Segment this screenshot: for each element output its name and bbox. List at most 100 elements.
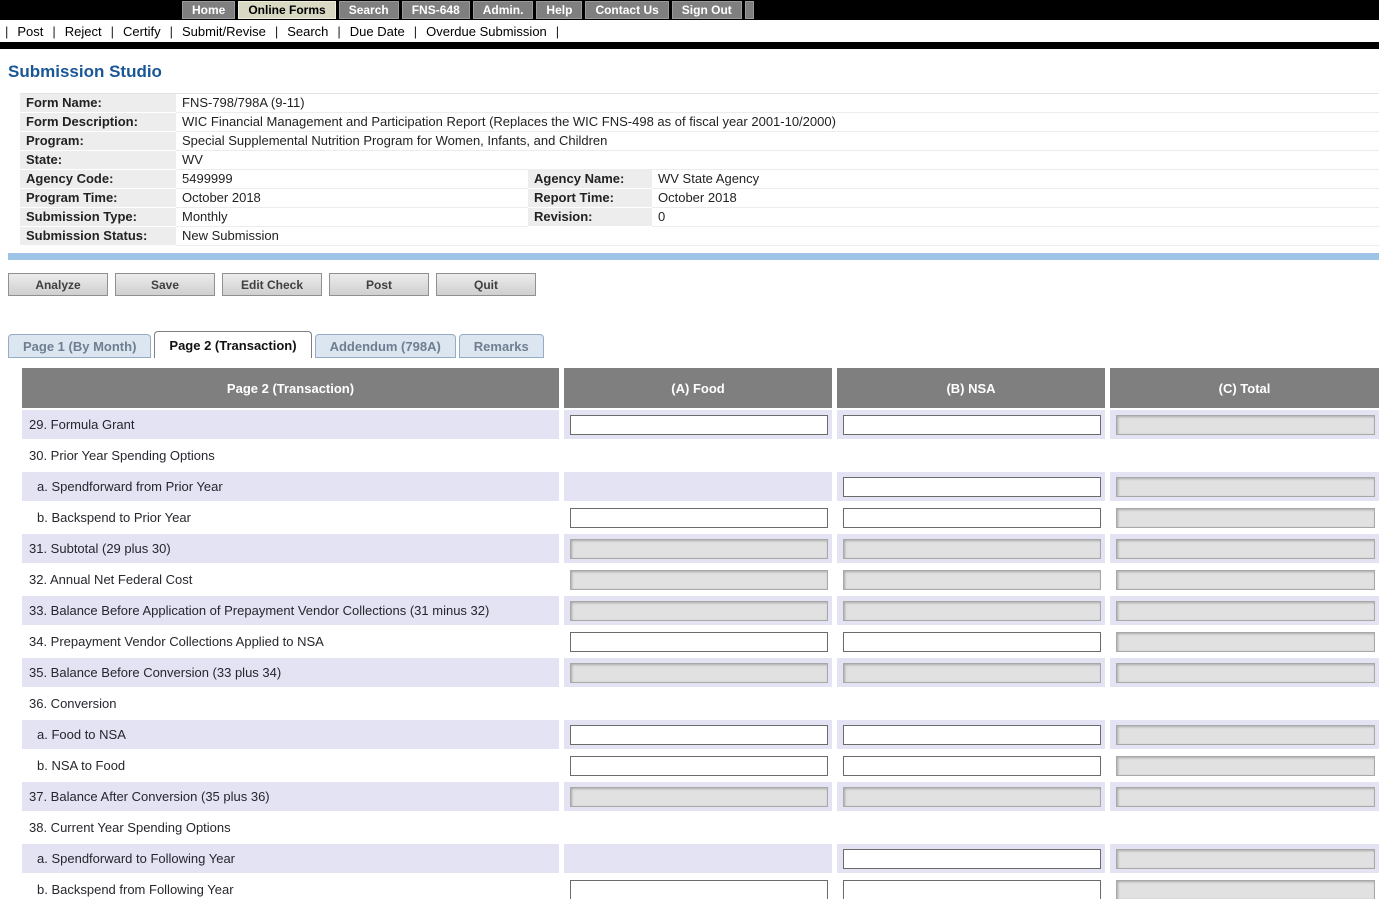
menu-item-certify[interactable]: Certify bbox=[123, 24, 161, 39]
grid-cell-total bbox=[1110, 875, 1379, 899]
menu-item-due-date[interactable]: Due Date bbox=[350, 24, 405, 39]
total-input-readonly bbox=[1116, 477, 1375, 497]
grid-cell-total bbox=[1110, 782, 1379, 811]
quit-button[interactable]: Quit bbox=[436, 273, 536, 296]
menu-item-reject[interactable]: Reject bbox=[65, 24, 102, 39]
grid-cell-total bbox=[1110, 565, 1379, 594]
nsa-input[interactable] bbox=[843, 508, 1101, 528]
form-info-row: Form Description:WIC Financial Managemen… bbox=[20, 113, 1379, 132]
nav-item-online-forms[interactable]: Online Forms bbox=[238, 1, 335, 19]
nav-item-home[interactable]: Home bbox=[182, 1, 235, 19]
nsa-input[interactable] bbox=[843, 756, 1101, 776]
grid-cell-total bbox=[1110, 658, 1379, 687]
form-info-value: WV State Agency bbox=[652, 170, 1379, 189]
nav-item-search[interactable]: Search bbox=[339, 1, 399, 19]
total-input-readonly bbox=[1116, 601, 1375, 621]
food-input-readonly bbox=[570, 570, 828, 590]
analyze-button[interactable]: Analyze bbox=[8, 273, 108, 296]
grid-cell-food bbox=[564, 627, 832, 656]
form-info-label: Report Time: bbox=[528, 189, 652, 208]
form-info-row: Program:Special Supplemental Nutrition P… bbox=[20, 132, 1379, 151]
grid-cell-nsa bbox=[837, 658, 1105, 687]
food-input[interactable] bbox=[570, 725, 828, 745]
grid-row-label: 29. Formula Grant bbox=[22, 410, 559, 439]
food-input[interactable] bbox=[570, 508, 828, 528]
top-nav-bar: HomeOnline FormsSearchFNS-648Admin.HelpC… bbox=[0, 0, 1379, 20]
tab-page-1-by-month[interactable]: Page 1 (By Month) bbox=[8, 334, 151, 358]
form-info-label: Submission Status: bbox=[20, 227, 176, 246]
nsa-input[interactable] bbox=[843, 880, 1101, 899]
nsa-input[interactable] bbox=[843, 415, 1101, 435]
grid-row-label: b. NSA to Food bbox=[22, 751, 559, 780]
form-info-row: State:WV bbox=[20, 151, 1379, 170]
black-divider bbox=[0, 42, 1379, 49]
form-info-label: Form Name: bbox=[20, 94, 176, 113]
grid-row-label: 32. Annual Net Federal Cost bbox=[22, 565, 559, 594]
grid-cell-nsa bbox=[837, 844, 1105, 873]
form-info-row: Submission Type:MonthlyRevision:0 bbox=[20, 208, 1379, 227]
food-input[interactable] bbox=[570, 415, 828, 435]
nsa-input[interactable] bbox=[843, 477, 1101, 497]
grid-row-label: a. Spendforward from Prior Year bbox=[22, 472, 559, 501]
grid-cell-food bbox=[564, 410, 832, 439]
grid-cell-nsa bbox=[837, 503, 1105, 532]
total-input-readonly bbox=[1116, 508, 1375, 528]
total-input-readonly bbox=[1116, 849, 1375, 869]
grid-cell-food bbox=[564, 844, 832, 873]
grid-header-a-food: (A) Food bbox=[564, 368, 832, 408]
food-input-readonly bbox=[570, 663, 828, 683]
edit-check-button[interactable]: Edit Check bbox=[222, 273, 322, 296]
nav-item-sign-out[interactable]: Sign Out bbox=[672, 1, 742, 19]
menu-item-submit-revise[interactable]: Submit/Revise bbox=[182, 24, 266, 39]
pipe-separator: | bbox=[52, 24, 55, 39]
grid-row-label: 33. Balance Before Application of Prepay… bbox=[22, 596, 559, 625]
menu-item-search[interactable]: Search bbox=[287, 24, 328, 39]
nsa-input[interactable] bbox=[843, 725, 1101, 745]
tab-page-2-transaction[interactable]: Page 2 (Transaction) bbox=[154, 331, 311, 358]
nsa-input[interactable] bbox=[843, 849, 1101, 869]
form-info-value: WIC Financial Management and Participati… bbox=[176, 113, 1379, 132]
tab-strip: Page 1 (By Month)Page 2 (Transaction)Add… bbox=[8, 331, 1379, 358]
grid-header-label: Page 2 (Transaction) bbox=[22, 368, 559, 408]
food-input[interactable] bbox=[570, 632, 828, 652]
menu-item-post[interactable]: Post bbox=[17, 24, 43, 39]
tab-remarks[interactable]: Remarks bbox=[459, 334, 544, 358]
food-input[interactable] bbox=[570, 880, 828, 899]
nav-item-help[interactable]: Help bbox=[536, 1, 582, 19]
menu-item-overdue-submission[interactable]: Overdue Submission bbox=[426, 24, 547, 39]
grid-cell-nsa bbox=[837, 410, 1105, 439]
form-info-row: Submission Status:New Submission bbox=[20, 227, 1379, 246]
food-input-readonly bbox=[570, 601, 828, 621]
nav-item-fns-648[interactable]: FNS-648 bbox=[402, 1, 470, 19]
form-info-label: Program Time: bbox=[20, 189, 176, 208]
food-input[interactable] bbox=[570, 756, 828, 776]
nav-item-contact-us[interactable]: Contact Us bbox=[585, 1, 668, 19]
save-button[interactable]: Save bbox=[115, 273, 215, 296]
post-button[interactable]: Post bbox=[329, 273, 429, 296]
food-input-readonly bbox=[570, 539, 828, 559]
form-info-label: State: bbox=[20, 151, 176, 170]
grid-cell-food bbox=[564, 534, 832, 563]
nsa-input[interactable] bbox=[843, 632, 1101, 652]
grid-cell-total bbox=[1110, 844, 1379, 873]
grid-row-label: 34. Prepayment Vendor Collections Applie… bbox=[22, 627, 559, 656]
grid-cell-nsa bbox=[837, 472, 1105, 501]
grid-cell-food bbox=[564, 472, 832, 501]
nav-item-admin[interactable]: Admin. bbox=[473, 1, 534, 19]
nsa-input-readonly bbox=[843, 570, 1101, 590]
nav-endcap bbox=[745, 1, 754, 19]
grid-cell-total bbox=[1110, 596, 1379, 625]
pipe-separator: | bbox=[111, 24, 114, 39]
grid-row-label: a. Spendforward to Following Year bbox=[22, 844, 559, 873]
grid-cell-total bbox=[1110, 751, 1379, 780]
nsa-input-readonly bbox=[843, 663, 1101, 683]
grid-row-label: 38. Current Year Spending Options bbox=[22, 813, 1379, 842]
tab-addendum-798a[interactable]: Addendum (798A) bbox=[315, 334, 456, 358]
grid-cell-food bbox=[564, 782, 832, 811]
form-info-label: Program: bbox=[20, 132, 176, 151]
grid-cell-nsa bbox=[837, 534, 1105, 563]
grid-header-c-total: (C) Total bbox=[1110, 368, 1379, 408]
nsa-input-readonly bbox=[843, 601, 1101, 621]
grid-cell-nsa bbox=[837, 565, 1105, 594]
grid-cell-food bbox=[564, 720, 832, 749]
